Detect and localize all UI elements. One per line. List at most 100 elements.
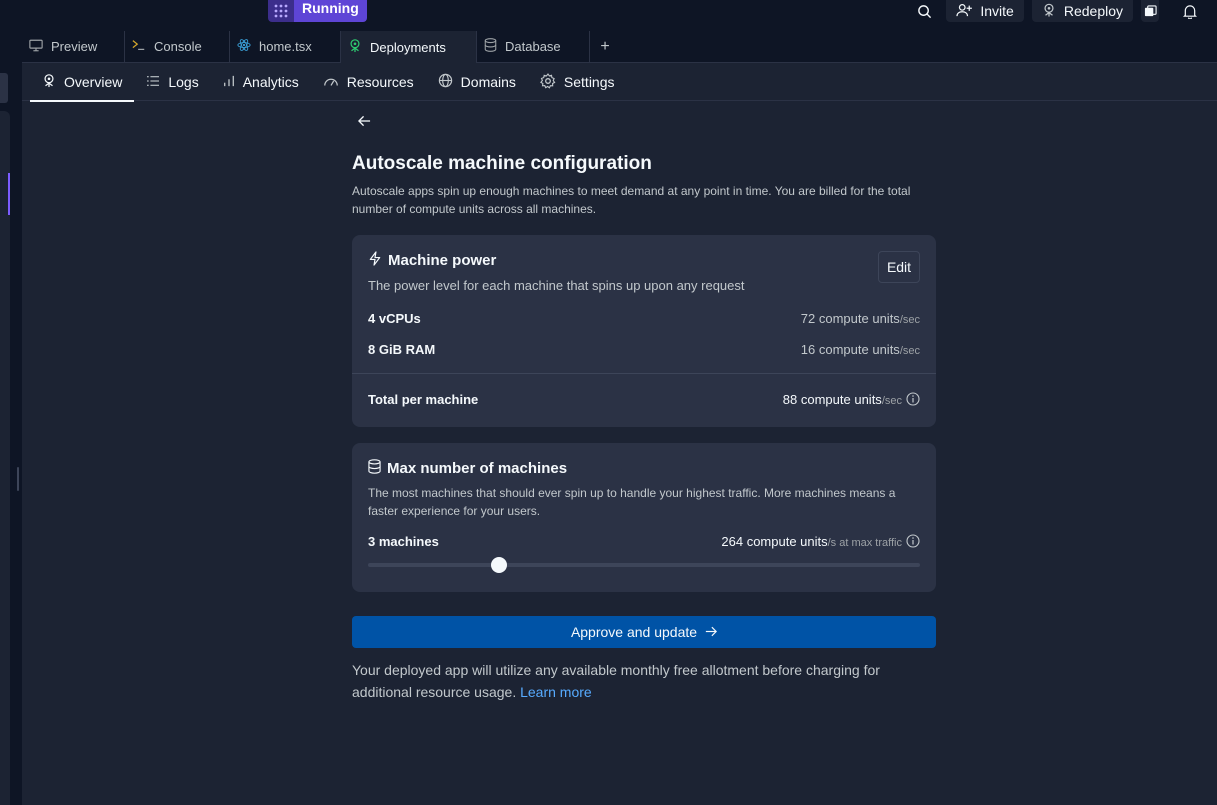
- subnav-label: Settings: [563, 74, 615, 90]
- machines-count: 3 machines: [368, 534, 439, 549]
- arrow-left-icon: [357, 114, 371, 130]
- max-units: 264 compute units: [721, 534, 828, 549]
- tab-preview[interactable]: Preview: [22, 31, 125, 62]
- page-description: Autoscale apps spin up enough machines t…: [352, 184, 911, 216]
- gear-icon: [539, 72, 556, 92]
- max-unit: /s at max traffic: [827, 537, 902, 549]
- back-button[interactable]: [352, 111, 376, 133]
- cpu-label: 4 vCPUs: [368, 311, 421, 326]
- tab-console[interactable]: Console: [125, 31, 230, 62]
- deployment-subnav: Overview Logs Analytics Resources Domain…: [22, 63, 1217, 102]
- bar-chart-icon: [223, 74, 235, 90]
- rail-grip[interactable]: [0, 73, 8, 103]
- terminal-icon: [132, 39, 146, 54]
- subnav-label: Domains: [460, 74, 516, 90]
- total-row: Total per machine 88 compute units/sec: [352, 374, 936, 427]
- total-units: 88 compute units: [782, 392, 882, 407]
- total-value: 88 compute units/sec: [783, 392, 920, 407]
- subnav-label: Overview: [64, 74, 123, 90]
- bell-icon[interactable]: [1177, 0, 1203, 22]
- subnav-analytics[interactable]: Analytics: [211, 63, 311, 101]
- invite-button[interactable]: Invite: [946, 0, 1024, 22]
- machine-power-title: Machine power: [368, 251, 920, 270]
- search-icon[interactable]: [911, 0, 937, 22]
- deployments-icon: [1042, 3, 1056, 20]
- list-icon: [146, 74, 160, 90]
- subnav-settings[interactable]: Settings: [528, 63, 627, 101]
- machines-slider[interactable]: [368, 557, 920, 573]
- active-indicator: [8, 173, 10, 215]
- deployments-icon: [42, 73, 56, 91]
- main-content: Autoscale machine configuration Autoscal…: [352, 111, 936, 703]
- tab-label: Deployments: [370, 39, 446, 55]
- add-tab-button[interactable]: +: [590, 31, 620, 62]
- machines-row: 3 machines 264 compute units/s at max tr…: [368, 534, 920, 549]
- resize-handle[interactable]: [17, 467, 19, 491]
- max-machines-subtitle: The most machines that should ever spin …: [368, 486, 896, 518]
- subnav-label: Resources: [346, 74, 414, 90]
- card-title-label: Machine power: [388, 252, 497, 269]
- ram-label: 8 GiB RAM: [368, 342, 436, 357]
- globe-icon: [438, 73, 453, 91]
- invite-label: Invite: [980, 3, 1014, 19]
- tab-label: Preview: [51, 39, 98, 54]
- tab-label: home.tsx: [259, 39, 312, 54]
- ram-unit: /sec: [899, 345, 920, 357]
- cpu-row: 4 vCPUs 72 compute units/sec: [368, 311, 920, 326]
- max-machines-card: Max number of machines The most machines…: [352, 443, 936, 592]
- subnav-overview[interactable]: Overview: [30, 63, 135, 102]
- max-machines-title: Max number of machines: [368, 459, 920, 478]
- info-icon[interactable]: [906, 534, 920, 548]
- approve-button[interactable]: Approve and update: [352, 616, 936, 648]
- tab-label: Console: [154, 39, 202, 54]
- card-title-label: Max number of machines: [387, 460, 568, 477]
- info-icon[interactable]: [906, 392, 920, 406]
- file-tabs: Preview Console home.tsx Deployments Dat…: [22, 31, 1217, 63]
- windows-icon[interactable]: [1141, 0, 1159, 22]
- arrow-right-icon: [705, 624, 718, 640]
- database-icon: [484, 38, 497, 55]
- edit-button[interactable]: Edit: [878, 251, 920, 283]
- lightning-icon: [368, 251, 382, 270]
- subnav-label: Analytics: [242, 74, 299, 90]
- gauge-icon: [323, 74, 339, 90]
- divider: [352, 373, 936, 374]
- redeploy-button[interactable]: Redeploy: [1031, 0, 1133, 22]
- ram-units: 16 compute units: [800, 342, 900, 357]
- cpu-value: 72 compute units/sec: [801, 311, 920, 326]
- footer-note: Your deployed app will utilize any avail…: [352, 659, 936, 703]
- learn-more-link[interactable]: Learn more: [520, 684, 592, 700]
- ram-value: 16 compute units/sec: [801, 342, 920, 357]
- subnav-logs[interactable]: Logs: [134, 63, 210, 101]
- react-icon: [237, 38, 251, 55]
- machine-power-subtitle: The power level for each machine that sp…: [368, 278, 745, 293]
- tab-home-tsx[interactable]: home.tsx: [230, 31, 341, 62]
- subnav-label: Logs: [168, 74, 199, 90]
- tab-database[interactable]: Database: [477, 31, 590, 62]
- add-user-icon: [956, 3, 973, 20]
- run-control[interactable]: Running: [268, 0, 367, 22]
- left-rail: [0, 31, 22, 805]
- page-title: Autoscale machine configuration: [352, 153, 652, 174]
- total-unit: /sec: [881, 395, 902, 407]
- subnav-resources[interactable]: Resources: [311, 63, 426, 101]
- top-bar: Running Invite Redeploy: [0, 0, 1217, 31]
- cpu-unit: /sec: [899, 314, 920, 326]
- slider-thumb[interactable]: [491, 557, 507, 573]
- deployments-icon: [348, 38, 362, 56]
- workspace-grid-icon[interactable]: [268, 0, 294, 22]
- redeploy-label: Redeploy: [1063, 3, 1123, 19]
- cpu-units: 72 compute units: [800, 311, 900, 326]
- machines-value: 264 compute units/s at max traffic: [721, 534, 920, 549]
- database-icon: [368, 459, 381, 478]
- subnav-domains[interactable]: Domains: [426, 63, 528, 101]
- running-button[interactable]: Running: [294, 0, 367, 22]
- side-panel: [0, 111, 10, 805]
- ram-row: 8 GiB RAM 16 compute units/sec: [368, 342, 920, 357]
- tab-label: Database: [505, 39, 561, 54]
- total-label: Total per machine: [368, 392, 479, 407]
- monitor-icon: [29, 39, 43, 55]
- tab-deployments[interactable]: Deployments: [341, 31, 477, 63]
- slider-track[interactable]: [368, 563, 920, 567]
- machine-power-card: Machine power The power level for each m…: [352, 235, 936, 427]
